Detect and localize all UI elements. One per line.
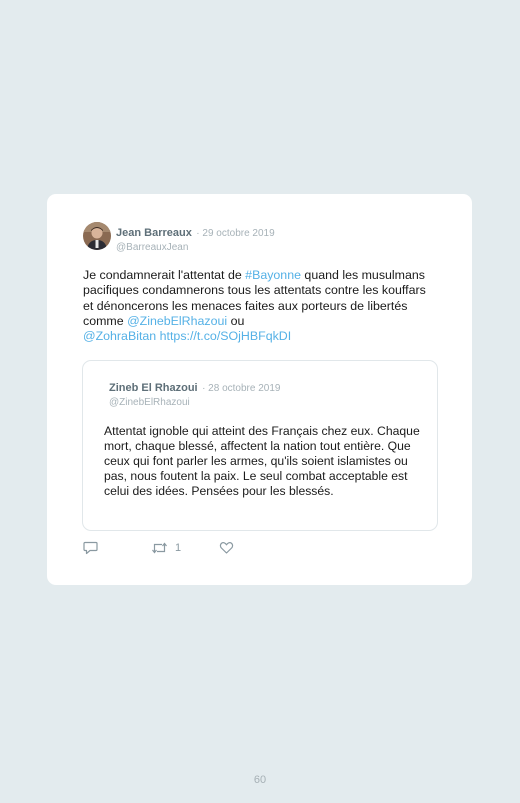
tweet-author: Jean Barreaux · 29 octobre 2019 @Barreau… [116,223,275,253]
quoted-tweet-date: · 28 octobre 2019 [202,383,281,394]
mention-link[interactable]: @ZinebElRhazoui [127,314,227,328]
reply-icon [83,541,98,555]
tweet-date[interactable]: · 29 octobre 2019 [196,228,274,239]
retweet-button[interactable]: 1 [151,541,181,555]
tweet-actions: 1 [83,541,283,557]
tweet-text-part: ou [227,313,245,328]
heart-icon [219,541,234,555]
avatar[interactable] [83,222,111,250]
author-name[interactable]: Jean Barreaux [116,227,192,239]
tweet-url[interactable]: https://t.co/SOjHBFqkDI [160,329,292,343]
retweet-icon [151,541,168,555]
quoted-author-handle[interactable]: @ZinebElRhazoui [109,397,280,408]
quoted-author-name[interactable]: Zineb El Rhazoui [109,382,198,394]
like-button[interactable] [219,541,234,555]
tweet-text: Je condamnerait l'attentat de #Bayonne q… [83,268,438,344]
hashtag-link[interactable]: #Bayonne [245,268,301,282]
quoted-tweet[interactable]: Zineb El Rhazoui · 28 octobre 2019 @Zine… [82,360,438,531]
quoted-tweet-author: Zineb El Rhazoui · 28 octobre 2019 @Zine… [109,378,280,408]
mention-link[interactable]: @ZohraBitan [83,329,156,343]
reply-button[interactable] [83,541,98,555]
tweet-card: Jean Barreaux · 29 octobre 2019 @Barreau… [47,194,472,585]
author-handle[interactable]: @BarreauxJean [116,242,275,253]
quoted-tweet-text: Attentat ignoble qui atteint des Françai… [104,424,420,499]
retweet-count: 1 [175,542,182,554]
tweet-text-part: Je condamnerait l'attentat de [83,268,246,282]
page-number: 60 [253,774,267,786]
